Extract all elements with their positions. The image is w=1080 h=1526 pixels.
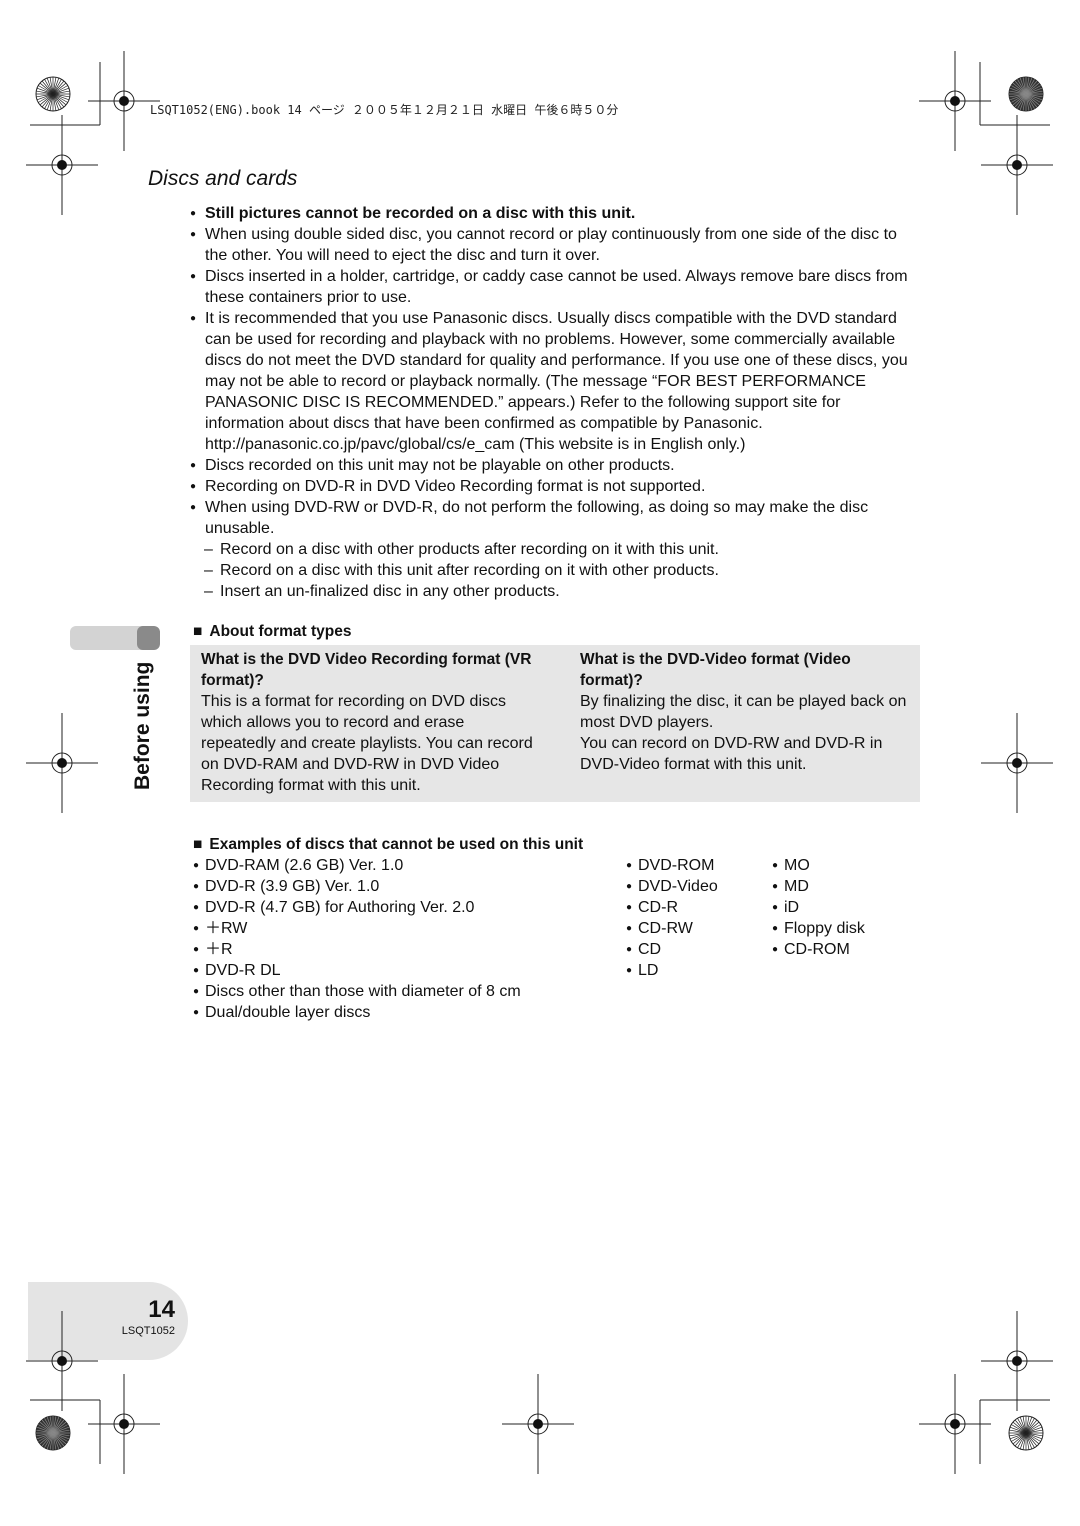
manual-page: LSQT1052(ENG).book 14 ページ ２００５年１２月２１日 水曜… [0,0,1080,1526]
printer-marks [26,51,1053,1474]
